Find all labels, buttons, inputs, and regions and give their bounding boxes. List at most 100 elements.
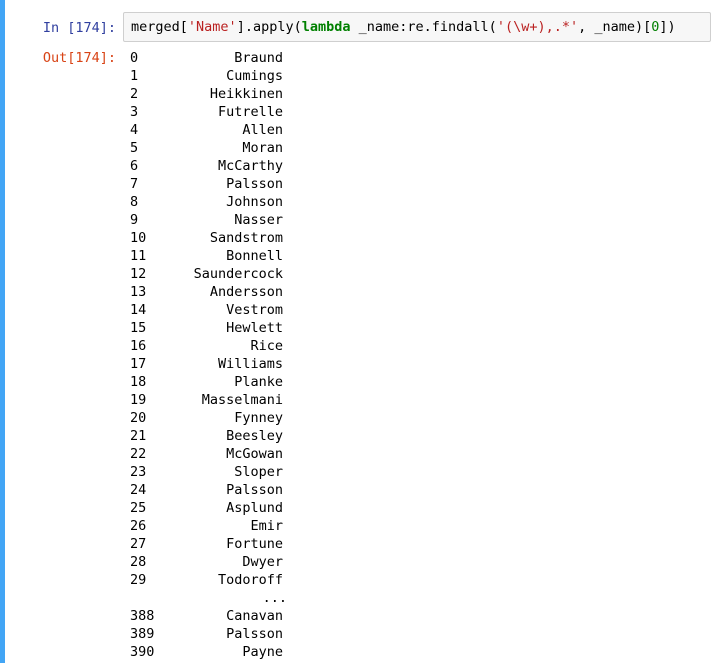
code-token: ].apply( [236, 19, 302, 35]
series-value: Payne [242, 644, 283, 660]
series-value: Palsson [226, 482, 283, 498]
code-line[interactable]: merged['Name'].apply(lambda _name:re.fin… [131, 18, 676, 36]
series-index: 11 [130, 248, 147, 264]
series-row: 8 Johnson [130, 193, 330, 211]
series-index: 390 [130, 644, 155, 660]
series-row: 390 Payne [130, 643, 330, 661]
series-value: Rice [250, 338, 283, 354]
series-row: 29 Todoroff [130, 571, 330, 589]
series-value: Futrelle [217, 104, 283, 120]
output-area: 0 Braund 1 Cumings 2 Heikkinen 3 Futrelle 4 Allen… [130, 49, 330, 661]
series-value: Allen [242, 122, 283, 138]
series-value: Sloper [234, 464, 283, 480]
output-prompt: Out[174]: [42, 50, 116, 66]
series-value: Canavan [226, 608, 283, 624]
series-row: 7 Palsson [130, 175, 330, 193]
series-value: Johnson [226, 194, 283, 210]
series-index: 9 [130, 212, 139, 228]
series-row: 13 Andersson [130, 283, 330, 301]
series-ellipsis: ... [262, 590, 287, 606]
series-value: Nasser [234, 212, 283, 228]
series-row: 21 Beesley [130, 427, 330, 445]
code-token: , _name)[ [578, 19, 652, 35]
series-index: 15 [130, 320, 147, 336]
series-index: 24 [130, 482, 147, 498]
code-input-area[interactable]: merged['Name'].apply(lambda _name:re.fin… [123, 12, 711, 42]
series-index: 20 [130, 410, 147, 426]
series-row: 16 Rice [130, 337, 330, 355]
series-value: Moran [242, 140, 283, 156]
code-string-token: 'Name' [187, 19, 237, 35]
series-row: 5 Moran [130, 139, 330, 157]
series-index: 6 [130, 158, 139, 174]
series-index: 389 [130, 626, 155, 642]
series-index: 7 [130, 176, 139, 192]
series-row: 2 Heikkinen [130, 85, 330, 103]
series-value: Fortune [226, 536, 283, 552]
series-row: 12 Saundercock [130, 265, 330, 283]
series-index: 0 [130, 50, 139, 66]
series-value: Emir [250, 518, 283, 534]
series-value: Sandstrom [209, 230, 283, 246]
series-row: 18 Planke [130, 373, 330, 391]
cell-selection-bar [0, 0, 5, 663]
series-row: 17 Williams [130, 355, 330, 373]
series-index: 21 [130, 428, 147, 444]
series-value: Bonnell [226, 248, 283, 264]
series-value: McCarthy [217, 158, 283, 174]
series-row: 1 Cumings [130, 67, 330, 85]
code-token: _name:re.findall( [350, 19, 497, 35]
series-row: 388 Canavan [130, 607, 330, 625]
code-string-token: '(\w+),.*' [496, 19, 579, 35]
series-value: Todoroff [217, 572, 283, 588]
input-prompt: In [174]: [42, 20, 116, 36]
series-value: Cumings [226, 68, 283, 84]
series-ellipsis-row: ... [130, 589, 330, 607]
series-index: 2 [130, 86, 139, 102]
series-value: Dwyer [242, 554, 283, 570]
series-index: 12 [130, 266, 147, 282]
code-keyword-token: lambda [301, 19, 351, 35]
series-index: 22 [130, 446, 147, 462]
series-index: 25 [130, 500, 147, 516]
series-value: Palsson [226, 176, 283, 192]
series-row: 0 Braund [130, 49, 330, 67]
series-value: Williams [217, 356, 283, 372]
series-row: 23 Sloper [130, 463, 330, 481]
series-index: 18 [130, 374, 147, 390]
series-index: 8 [130, 194, 139, 210]
series-value: Saundercock [193, 266, 283, 282]
series-index: 4 [130, 122, 139, 138]
series-index: 13 [130, 284, 147, 300]
series-index: 28 [130, 554, 147, 570]
series-row: 24 Palsson [130, 481, 330, 499]
series-index: 17 [130, 356, 147, 372]
code-token: merged[ [131, 19, 188, 35]
series-row: 22 McGowan [130, 445, 330, 463]
series-value: Hewlett [226, 320, 283, 336]
series-index: 14 [130, 302, 147, 318]
notebook-cell[interactable]: In [174]: merged['Name'].apply(lambda _n… [0, 0, 714, 663]
series-value: Andersson [209, 284, 283, 300]
series-index: 29 [130, 572, 147, 588]
series-value: Heikkinen [209, 86, 283, 102]
series-row: 14 Vestrom [130, 301, 330, 319]
series-value: McGowan [226, 446, 283, 462]
series-index: 5 [130, 140, 139, 156]
code-token: ]) [659, 19, 676, 35]
series-index: 23 [130, 464, 147, 480]
series-index: 1 [130, 68, 139, 84]
series-value: Vestrom [226, 302, 283, 318]
series-index: 27 [130, 536, 147, 552]
series-index: 26 [130, 518, 147, 534]
series-value: Palsson [226, 626, 283, 642]
series-index: 3 [130, 104, 139, 120]
series-index: 19 [130, 392, 147, 408]
series-value: Planke [234, 374, 283, 390]
series-row: 6 McCarthy [130, 157, 330, 175]
series-row: 3 Futrelle [130, 103, 330, 121]
series-row: 27 Fortune [130, 535, 330, 553]
series-value: Masselmani [201, 392, 283, 408]
series-value: Asplund [226, 500, 283, 516]
series-value: Braund [234, 50, 283, 66]
